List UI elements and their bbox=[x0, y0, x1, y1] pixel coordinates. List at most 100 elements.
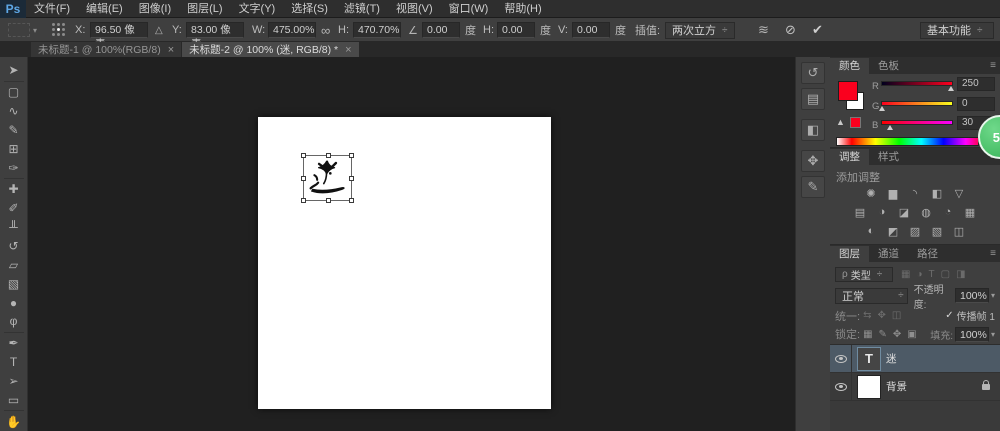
menu-window[interactable]: 窗口(W) bbox=[441, 0, 497, 18]
blue-slider[interactable] bbox=[881, 120, 953, 125]
dodge-tool[interactable]: φ bbox=[2, 312, 26, 331]
filter-type-layers-icon[interactable]: T bbox=[929, 269, 935, 280]
red-value-field[interactable]: 250 bbox=[957, 77, 995, 91]
lock-all-icon[interactable]: ▣ bbox=[907, 329, 916, 340]
gradient-map-icon[interactable]: ▧ bbox=[929, 224, 945, 238]
lasso-tool[interactable]: ∿ bbox=[2, 102, 26, 121]
tab-swatches[interactable]: 色板 bbox=[869, 58, 908, 74]
opacity-field[interactable]: 100% bbox=[955, 288, 989, 303]
brightness-contrast-icon[interactable]: ✺ bbox=[863, 186, 879, 200]
unify-position-icon[interactable]: ⇆ bbox=[863, 310, 871, 321]
background-layer-thumbnail[interactable] bbox=[858, 376, 880, 398]
menu-filter[interactable]: 滤镜(T) bbox=[336, 0, 388, 18]
tool-preset-picker[interactable]: ▾ bbox=[8, 18, 37, 42]
document-canvas[interactable] bbox=[258, 117, 551, 409]
history-panel-icon[interactable]: ↺ bbox=[801, 62, 825, 84]
width-scale-field[interactable]: 475.00% bbox=[268, 22, 316, 38]
horizontal-skew-field[interactable]: 0.00 bbox=[497, 22, 535, 38]
black-white-icon[interactable]: ◪ bbox=[896, 205, 912, 219]
lock-transparency-icon[interactable]: ▦ bbox=[863, 329, 872, 340]
curves-icon[interactable]: ◝ bbox=[907, 186, 923, 200]
close-icon[interactable]: × bbox=[345, 44, 351, 56]
interpolation-dropdown[interactable]: 两次立方÷ bbox=[665, 22, 735, 39]
close-icon[interactable]: × bbox=[168, 44, 174, 56]
blue-slider-thumb[interactable] bbox=[887, 125, 893, 130]
eyedropper-tool[interactable]: ✑ bbox=[2, 158, 26, 177]
canvas-area[interactable] bbox=[28, 57, 795, 431]
photo-filter-icon[interactable]: ◍ bbox=[918, 205, 934, 219]
green-slider[interactable] bbox=[881, 101, 953, 106]
marquee-tool[interactable]: ▢ bbox=[2, 83, 26, 102]
menu-help[interactable]: 帮助(H) bbox=[496, 0, 549, 18]
hand-tool[interactable]: ✋ bbox=[2, 412, 26, 431]
shape-tool[interactable]: ▭ bbox=[2, 390, 26, 409]
color-balance-icon[interactable]: ◑ bbox=[874, 205, 890, 219]
propagate-frame-checkbox[interactable]: ✓ 传播帧 1 bbox=[945, 308, 995, 323]
vertical-skew-field[interactable]: 0.00 bbox=[572, 22, 610, 38]
transform-handle-n[interactable] bbox=[326, 153, 331, 158]
panel-menu-icon[interactable]: ≡ bbox=[990, 248, 996, 259]
panel-menu-icon[interactable]: ≡ bbox=[990, 60, 996, 71]
rotation-field[interactable]: 0.00 bbox=[422, 22, 460, 38]
filter-smart-object-icon[interactable]: ◨ bbox=[956, 269, 965, 280]
red-slider-thumb[interactable] bbox=[948, 86, 954, 91]
web-safe-color-swatch[interactable] bbox=[850, 117, 861, 128]
reference-point-locator[interactable] bbox=[52, 18, 66, 42]
commit-transform-button[interactable]: ✔ bbox=[812, 22, 823, 38]
properties-panel-icon[interactable]: ▤ bbox=[801, 88, 825, 110]
menu-layer[interactable]: 图层(L) bbox=[179, 0, 230, 18]
transform-handle-e[interactable] bbox=[349, 176, 354, 181]
menu-image[interactable]: 图像(I) bbox=[131, 0, 179, 18]
tab-color[interactable]: 颜色 bbox=[830, 58, 869, 74]
info-panel-icon[interactable]: ◧ bbox=[801, 119, 825, 141]
transform-handle-w[interactable] bbox=[301, 176, 306, 181]
visibility-toggle[interactable] bbox=[830, 345, 852, 372]
tab-layers[interactable]: 图层 bbox=[830, 246, 869, 262]
text-layer-thumbnail[interactable]: T bbox=[858, 348, 880, 370]
layer-row-text-mi[interactable]: T 迷 bbox=[830, 345, 1000, 373]
healing-brush-tool[interactable]: ✚ bbox=[2, 180, 26, 199]
actions-panel-icon[interactable]: ✥ bbox=[801, 150, 825, 172]
chevron-down-icon[interactable]: ▾ bbox=[991, 291, 995, 300]
green-slider-thumb[interactable] bbox=[879, 106, 885, 111]
pen-tool[interactable]: ✒ bbox=[2, 334, 26, 353]
menu-select[interactable]: 选择(S) bbox=[283, 0, 336, 18]
layer-name[interactable]: 迷 bbox=[886, 351, 897, 366]
transform-handle-ne[interactable] bbox=[349, 153, 354, 158]
unify-visibility-icon[interactable]: ✥ bbox=[877, 310, 885, 321]
channel-mixer-icon[interactable]: ◔ bbox=[940, 205, 956, 219]
workspace-switcher[interactable]: 基本功能÷ bbox=[920, 22, 994, 39]
threshold-icon[interactable]: ▨ bbox=[907, 224, 923, 238]
quick-selection-tool[interactable]: ✎ bbox=[2, 121, 26, 140]
vibrance-icon[interactable]: ▽ bbox=[951, 186, 967, 200]
cancel-transform-button[interactable]: ⊘ bbox=[785, 22, 796, 38]
link-dimensions-icon[interactable]: ∞ bbox=[321, 23, 330, 38]
brush-tool[interactable]: ✐ bbox=[2, 199, 26, 218]
type-tool[interactable]: T bbox=[2, 353, 26, 372]
gradient-tool[interactable]: ▧ bbox=[2, 274, 26, 293]
unify-style-icon[interactable]: ◫ bbox=[892, 310, 901, 321]
visibility-toggle[interactable] bbox=[830, 373, 852, 400]
filter-adjustment-layers-icon[interactable]: ◑ bbox=[916, 269, 922, 280]
y-position-field[interactable]: 83.00 像素 bbox=[186, 22, 244, 38]
lock-image-icon[interactable]: ✎ bbox=[879, 329, 887, 340]
free-transform-bounding-box[interactable] bbox=[303, 155, 352, 201]
red-slider[interactable] bbox=[881, 81, 953, 86]
transform-handle-s[interactable] bbox=[326, 198, 331, 203]
filter-pixel-layers-icon[interactable]: ▦ bbox=[901, 269, 910, 280]
tab-styles[interactable]: 样式 bbox=[869, 149, 908, 165]
layer-row-background[interactable]: 背景 bbox=[830, 373, 1000, 401]
hue-saturation-icon[interactable]: ▤ bbox=[852, 205, 868, 219]
menu-type[interactable]: 文字(Y) bbox=[231, 0, 284, 18]
layer-filter-dropdown[interactable]: ρ 类型 ÷ bbox=[835, 267, 893, 282]
color-spectrum-ramp[interactable] bbox=[836, 137, 986, 146]
levels-icon[interactable]: ▆ bbox=[885, 186, 901, 200]
transform-handle-sw[interactable] bbox=[301, 198, 306, 203]
crop-tool[interactable]: ⊞ bbox=[2, 139, 26, 158]
move-tool[interactable]: ➤ bbox=[2, 61, 26, 80]
foreground-color-swatch[interactable] bbox=[838, 81, 858, 101]
height-scale-field[interactable]: 470.70% bbox=[353, 22, 401, 38]
relative-positioning-toggle[interactable]: △ bbox=[155, 25, 163, 36]
eraser-tool[interactable]: ▱ bbox=[2, 255, 26, 274]
blur-tool[interactable]: ● bbox=[2, 293, 26, 312]
